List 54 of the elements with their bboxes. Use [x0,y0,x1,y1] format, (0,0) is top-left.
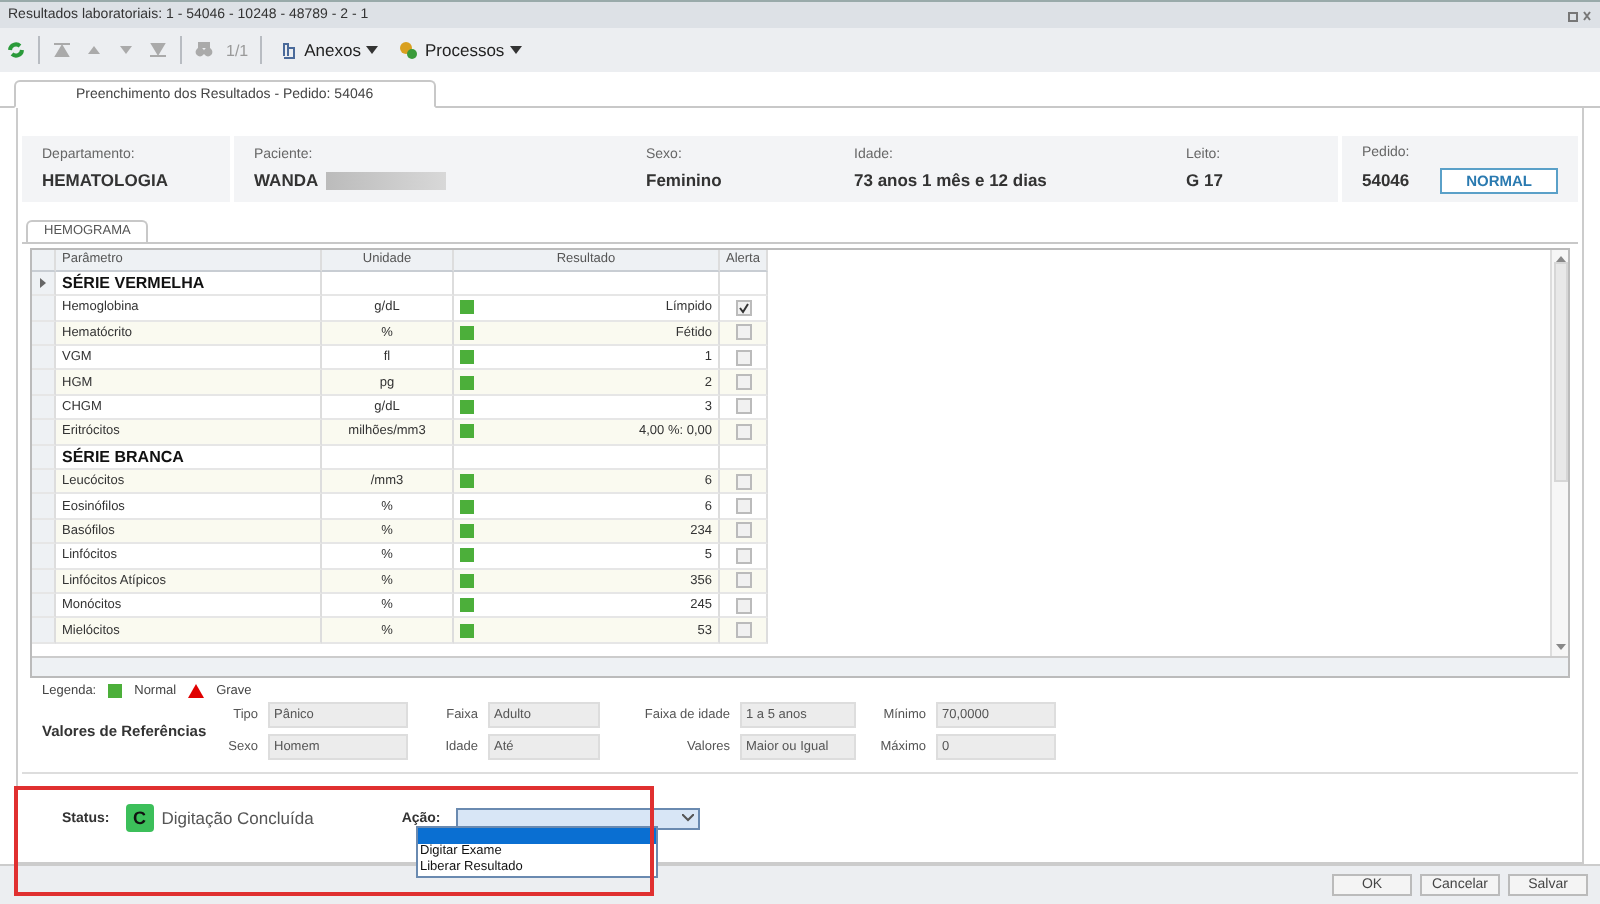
alert-checkbox[interactable] [735,398,751,415]
field-value: 73 anos 1 mês e 12 dias [854,170,1047,191]
row-indicator [32,544,56,570]
current-row-icon [40,278,46,289]
status-badge: C [125,804,154,833]
field-value: G 17 [1186,170,1223,191]
alert-checkbox[interactable] [735,423,751,440]
chevron-down-icon [682,814,695,823]
first-icon[interactable] [52,40,72,60]
caret-icon [366,46,379,54]
alert-checkbox[interactable] [735,622,751,638]
alert-checkbox[interactable] [735,374,751,391]
scroll-down-icon[interactable] [1555,644,1565,651]
alert-checkbox[interactable] [735,522,751,539]
row-indicator [32,420,56,446]
row-indicator [32,296,56,322]
alert-checkbox[interactable] [735,572,751,589]
row-indicator [32,519,56,545]
alert-checkbox[interactable] [735,547,751,564]
field-value: 54046 [1362,170,1410,191]
row-indicator [32,593,56,619]
restore-icon[interactable] [1568,9,1592,21]
field-value: HEMATOLOGIA [42,170,170,191]
row-indicator [32,494,56,520]
refresh-icon[interactable] [6,40,26,60]
row-indicator [32,618,56,644]
row-indicator [32,346,56,371]
row-header-cell [32,249,56,272]
group-cell: SÉRIE BRANCA [56,445,322,470]
last-icon[interactable] [148,40,168,60]
caret-icon [510,46,523,54]
binoculars-icon[interactable] [194,40,214,60]
row-indicator[interactable] [32,271,56,297]
dropdown-option[interactable] [418,828,656,845]
row-indicator [32,569,56,594]
alert-checkbox[interactable] [735,299,751,316]
alert-checkbox[interactable] [735,349,751,366]
group-cell: SÉRIE VERMELHA [56,271,322,297]
toolbar-menu[interactable]: Processos [394,40,527,60]
row-indicator [32,395,56,421]
row-indicator [32,370,56,396]
alert-checkbox[interactable] [735,473,751,490]
alert-checkbox[interactable] [735,324,751,341]
status-text: Digitação Concluída [161,808,314,829]
alert-checkbox[interactable] [735,597,751,614]
alert-checkbox[interactable] [735,498,751,515]
page-counter: 1/1 [226,41,249,59]
field-value: Feminino [646,170,722,191]
field-value: WANDA [254,170,319,191]
scrollbar[interactable] [1550,249,1568,657]
row-indicator [32,321,56,347]
row-indicator [32,469,56,495]
toolbar-menu[interactable]: Anexos [274,40,383,60]
action-dropdown[interactable] [456,807,701,830]
